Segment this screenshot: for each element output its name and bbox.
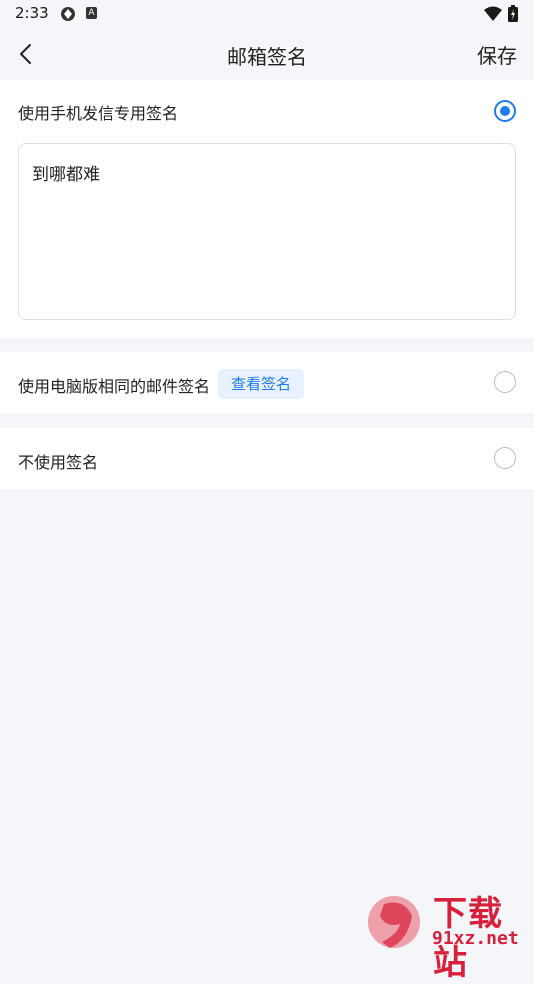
status-bar: 2:33 A — [0, 0, 534, 28]
status-time: 2:33 — [15, 4, 49, 22]
option-label-desktop-signature: 使用电脑版相同的邮件签名 — [18, 377, 211, 396]
view-signature-button[interactable]: 查看签名 — [218, 369, 305, 399]
option-label-no-signature: 不使用签名 — [18, 453, 99, 472]
watermark-domain: 91xz.net — [432, 928, 519, 949]
battery-icon — [508, 5, 518, 22]
signature-textarea[interactable]: 到哪都难 — [18, 143, 516, 320]
radio-mobile-signature[interactable] — [494, 100, 516, 122]
wifi-icon — [484, 6, 502, 21]
radio-no-signature[interactable] — [494, 447, 516, 469]
save-button[interactable]: 保存 — [477, 40, 517, 69]
signature-text: 到哪都难 — [32, 165, 100, 185]
desktop-signature-section[interactable]: 使用电脑版相同的邮件签名 查看签名 — [0, 352, 534, 413]
radio-desktop-signature[interactable] — [494, 371, 516, 393]
sync-icon — [61, 7, 75, 21]
option-label-mobile-signature: 使用手机发信专用签名 — [18, 104, 179, 123]
page-title: 邮箱签名 — [227, 45, 307, 69]
no-signature-section[interactable]: 不使用签名 — [0, 428, 534, 489]
top-navigation-bar: 邮箱签名 保存 — [0, 28, 534, 80]
notification-icon: A — [86, 7, 97, 19]
